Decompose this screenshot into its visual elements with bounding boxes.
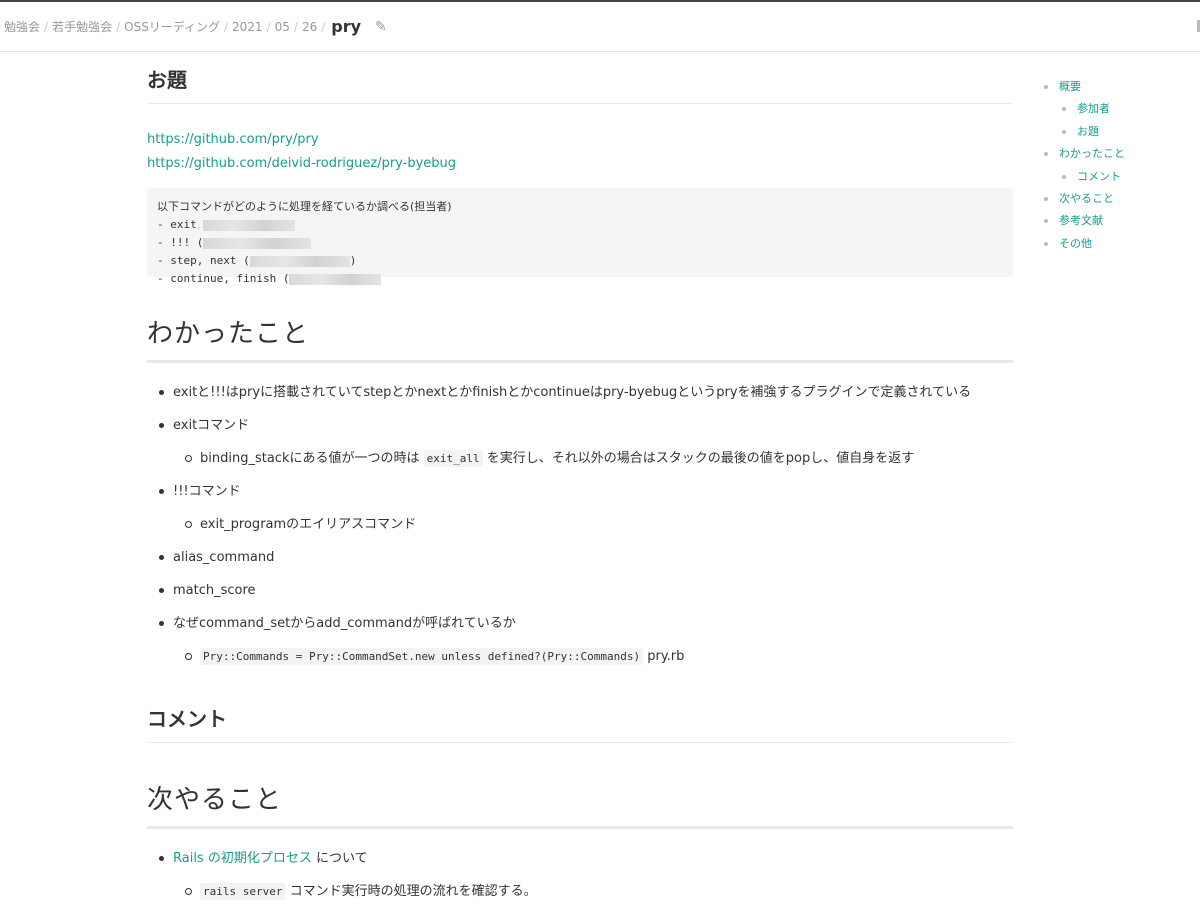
breadcrumb-separator: /: [116, 19, 121, 34]
list-item: Pry::Commands = Pry::CommandSet.new unle…: [147, 640, 1013, 673]
breadcrumb-item[interactable]: 2021: [232, 20, 263, 34]
list-item: rails server コマンド実行時の処理の流れを確認する。: [147, 875, 1013, 908]
redacted-text: [249, 255, 350, 267]
breadcrumb-item[interactable]: 勉強会: [4, 18, 40, 35]
list-item: exitと!!!はpryに搭載されていてstepとかnextとかfinishとか…: [147, 376, 1013, 409]
odai-links: https://github.com/pry/pry https://githu…: [147, 126, 1013, 174]
toc-item-wakatta: わかったこと: [1040, 143, 1125, 165]
breadcrumb-separator: /: [266, 19, 271, 34]
code-line: - exit: [157, 216, 1003, 234]
breadcrumb-separator: /: [321, 19, 326, 34]
link-rails-init[interactable]: Rails の初期化プロセス: [173, 851, 312, 866]
heading-odai: お題: [147, 54, 1013, 104]
link-pry[interactable]: https://github.com/pry/pry: [147, 132, 319, 147]
list-item: exitコマンド: [147, 409, 1013, 442]
breadcrumb-separator: /: [293, 19, 298, 34]
list-item: なぜcommand_setからadd_commandが呼ばれているか: [147, 607, 1013, 640]
breadcrumb-item[interactable]: 05: [275, 20, 290, 34]
header-bar: 勉強会 / 若手勉強会 / OSSリーディング / 2021 / 05 / 26…: [0, 2, 1200, 52]
heading-wakatta: わかったこと: [147, 313, 1013, 363]
code-block: 以下コマンドがどのように処理を経ているか調べる(担当者) - exit - !!…: [147, 188, 1013, 285]
wakatta-list: exitと!!!はpryに搭載されていてstepとかnextとかfinishとか…: [147, 376, 1013, 673]
breadcrumb-separator: /: [44, 19, 49, 34]
inline-code: Pry::Commands = Pry::CommandSet.new unle…: [200, 648, 644, 665]
breadcrumb-item[interactable]: 26: [302, 20, 317, 34]
toc-item-others: その他: [1040, 233, 1125, 255]
pencil-icon[interactable]: ✎: [375, 19, 387, 35]
main-content: お題 https://github.com/pry/pry https://gi…: [147, 54, 1013, 908]
toc-item-next: 次やること: [1040, 188, 1125, 210]
inline-code: rails server: [200, 883, 286, 900]
list-item: !!!コマンド: [147, 475, 1013, 508]
toc-item-odai: お題: [1040, 121, 1125, 143]
redacted-text: [203, 237, 312, 249]
code-line: - !!! (: [157, 234, 1003, 252]
breadcrumb-item[interactable]: 若手勉強会: [52, 18, 112, 35]
link-pry-byebug[interactable]: https://github.com/deivid-rodriguez/pry-…: [147, 156, 456, 171]
list-item: alias_command: [147, 541, 1013, 574]
page-title: pry: [331, 17, 362, 36]
list-item: binding_stackにある値が一つの時は exit_all を実行し、それ…: [147, 442, 1013, 475]
breadcrumb-item[interactable]: OSSリーディング: [124, 18, 220, 35]
table-of-contents: 概要 参加者 お題 わかったこと コメント 次やること 参考文献 その他: [1040, 76, 1125, 255]
toc-item-overview: 概要: [1040, 76, 1125, 98]
redacted-text: [203, 219, 296, 231]
list-item: Rails の初期化プロセス について: [147, 842, 1013, 875]
redacted-text: [289, 273, 382, 285]
list-item: match_score: [147, 574, 1013, 607]
code-line: 以下コマンドがどのように処理を経ているか調べる(担当者): [157, 200, 452, 213]
breadcrumb-separator: /: [223, 19, 229, 34]
next-list: Rails の初期化プロセス について rails server コマンド実行時…: [147, 842, 1013, 908]
toc-item-participants: 参加者: [1040, 98, 1125, 120]
toc-item-references: 参考文献: [1040, 210, 1125, 232]
toc-item-comment: コメント: [1040, 166, 1125, 188]
inline-code: exit_all: [423, 450, 483, 467]
code-line: - step, next (): [157, 254, 357, 267]
code-line: - continue, finish (: [157, 270, 1003, 288]
heading-comment: コメント: [147, 693, 1013, 743]
list-item: exit_programのエイリアスコマンド: [147, 508, 1013, 541]
heading-next: 次やること: [147, 779, 1013, 829]
